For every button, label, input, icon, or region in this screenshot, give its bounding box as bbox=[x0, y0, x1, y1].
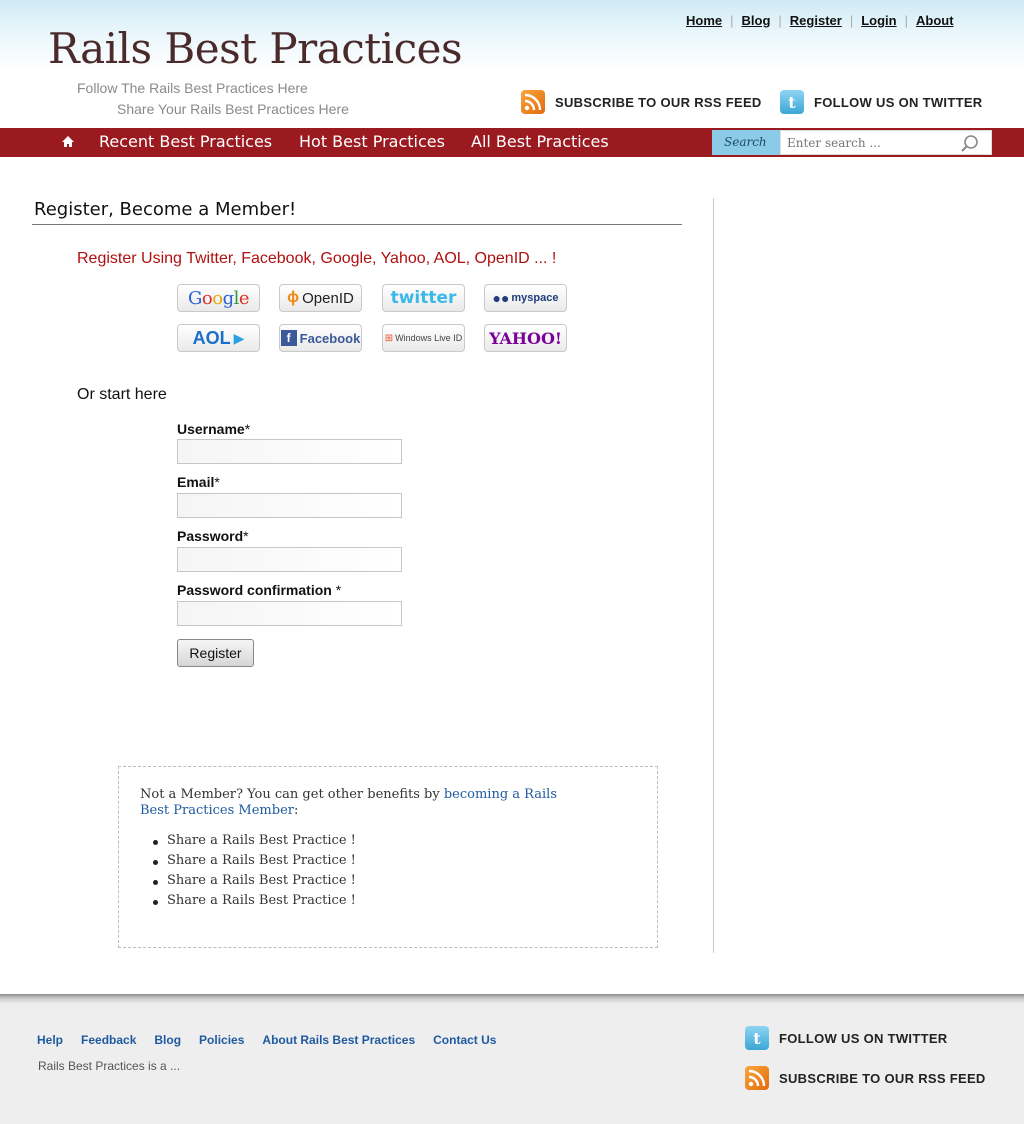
top-nav-home[interactable]: Home bbox=[686, 13, 722, 28]
top-nav-separator: | bbox=[849, 13, 854, 28]
member-benefits-box: Not a Member? You can get other benefits… bbox=[118, 766, 658, 948]
site-title[interactable]: Rails Best Practices bbox=[48, 24, 463, 73]
aol-label: AOL bbox=[192, 327, 231, 348]
required-mark: * bbox=[214, 474, 220, 490]
top-nav-separator: | bbox=[730, 13, 734, 28]
footer-link-feedback[interactable]: Feedback bbox=[81, 1033, 136, 1047]
benefit-item: Share a Rails Best Practice ! bbox=[149, 833, 356, 853]
home-icon[interactable] bbox=[61, 135, 75, 153]
footer-twitter-label: FOLLOW US ON TWITTER bbox=[779, 1030, 948, 1046]
password-confirmation-field[interactable] bbox=[177, 601, 402, 626]
nav-all-best-practices[interactable]: All Best Practices bbox=[471, 132, 609, 151]
password-field[interactable] bbox=[177, 547, 402, 572]
footer-links: Help Feedback Blog Policies About Rails … bbox=[37, 1033, 514, 1047]
password-confirmation-label-text: Password confirmation bbox=[177, 582, 332, 598]
benefit-item: Share a Rails Best Practice ! bbox=[149, 893, 356, 913]
footer-link-blog[interactable]: Blog bbox=[154, 1033, 181, 1047]
rss-icon bbox=[745, 1066, 769, 1090]
password-label-text: Password bbox=[177, 528, 244, 544]
header-rss-label: SUBSCRIBE TO OUR RSS FEED bbox=[555, 94, 762, 110]
required-mark: * bbox=[243, 528, 249, 544]
password-label: Password* bbox=[177, 528, 249, 544]
myspace-label: myspace bbox=[511, 292, 559, 304]
nav-recent-best-practices[interactable]: Recent Best Practices bbox=[99, 132, 272, 151]
email-label-text: Email bbox=[177, 474, 215, 490]
aol-arrow-icon: ▶ bbox=[233, 329, 245, 346]
top-nav-about[interactable]: About bbox=[916, 13, 954, 28]
benefit-item: Share a Rails Best Practice ! bbox=[149, 873, 356, 893]
facebook-icon: f bbox=[280, 330, 297, 346]
top-nav: Home | Blog | Register | Login | About bbox=[686, 13, 954, 28]
google-login-button[interactable]: Google bbox=[177, 284, 260, 312]
page-title: Register, Become a Member! bbox=[34, 199, 297, 220]
benefit-item: Share a Rails Best Practice ! bbox=[149, 853, 356, 873]
windows-icon: ⊞ bbox=[384, 332, 394, 344]
password-confirmation-label: Password confirmation * bbox=[177, 582, 341, 598]
rss-icon bbox=[521, 90, 545, 114]
top-nav-separator: | bbox=[904, 13, 908, 28]
or-start-here: Or start here bbox=[77, 386, 167, 403]
top-nav-login[interactable]: Login bbox=[861, 13, 896, 28]
twitter-icon: t bbox=[745, 1026, 769, 1050]
member-intro: Not a Member? You can get other benefits… bbox=[140, 787, 444, 802]
member-colon: : bbox=[294, 803, 299, 818]
top-nav-blog[interactable]: Blog bbox=[742, 13, 771, 28]
search-label: Search bbox=[712, 130, 790, 155]
footer-link-about[interactable]: About Rails Best Practices bbox=[262, 1033, 415, 1047]
username-label: Username* bbox=[177, 421, 250, 437]
windows-live-login-button[interactable]: ⊞ Windows Live ID bbox=[382, 324, 465, 352]
openid-label: OpenID bbox=[302, 289, 354, 307]
footer-shadow bbox=[0, 994, 1024, 1004]
footer: Help Feedback Blog Policies About Rails … bbox=[0, 1004, 1024, 1124]
footer-rss-label: SUBSCRIBE TO OUR RSS FEED bbox=[779, 1070, 986, 1086]
main-navbar: Recent Best Practices Hot Best Practices… bbox=[0, 128, 1024, 157]
tagline-share: Share Your Rails Best Practices Here bbox=[117, 101, 349, 117]
required-mark: * bbox=[331, 582, 342, 598]
search-icon[interactable] bbox=[960, 134, 980, 154]
email-label: Email* bbox=[177, 474, 220, 490]
footer-twitter-link[interactable]: t FOLLOW US ON TWITTER bbox=[745, 1026, 947, 1050]
top-nav-separator: | bbox=[778, 13, 782, 28]
yahoo-login-button[interactable]: YAHOO! bbox=[484, 324, 567, 352]
register-using-heading: Register Using Twitter, Facebook, Google… bbox=[77, 250, 557, 267]
benefits-list: Share a Rails Best Practice ! Share a Ra… bbox=[149, 833, 356, 913]
required-mark: * bbox=[244, 421, 251, 437]
google-logo: Google bbox=[187, 287, 250, 309]
header-twitter-label: FOLLOW US ON TWITTER bbox=[814, 94, 983, 110]
twitter-login-label: twitter bbox=[390, 288, 457, 308]
facebook-label: Facebook bbox=[299, 330, 361, 346]
twitter-login-button[interactable]: twitter bbox=[382, 284, 465, 312]
footer-link-policies[interactable]: Policies bbox=[199, 1033, 244, 1047]
myspace-login-button[interactable]: ●● myspace bbox=[484, 284, 567, 312]
tagline-follow: Follow The Rails Best Practices Here bbox=[77, 80, 308, 96]
username-label-text: Username bbox=[177, 421, 245, 437]
header-rss-link[interactable]: SUBSCRIBE TO OUR RSS FEED bbox=[521, 90, 762, 114]
openid-login-button[interactable]: ɸ OpenID bbox=[279, 284, 362, 312]
email-field[interactable] bbox=[177, 493, 402, 518]
windows-live-label: Windows Live ID bbox=[395, 333, 463, 343]
openid-icon: ɸ bbox=[287, 289, 300, 306]
sidebar-divider bbox=[713, 198, 714, 953]
username-field[interactable] bbox=[177, 439, 402, 464]
aol-login-button[interactable]: AOL ▶ bbox=[177, 324, 260, 352]
twitter-icon: t bbox=[780, 90, 804, 114]
nav-hot-best-practices[interactable]: Hot Best Practices bbox=[299, 132, 445, 151]
header: Rails Best Practices Follow The Rails Be… bbox=[0, 0, 1024, 128]
footer-link-help[interactable]: Help bbox=[37, 1033, 63, 1047]
facebook-login-button[interactable]: f Facebook bbox=[279, 324, 362, 352]
member-benefits-text: Not a Member? You can get other benefits… bbox=[140, 787, 580, 819]
header-twitter-link[interactable]: t FOLLOW US ON TWITTER bbox=[780, 90, 982, 114]
myspace-icon: ●● bbox=[492, 290, 510, 306]
yahoo-label: YAHOO! bbox=[489, 328, 562, 348]
footer-rss-link[interactable]: SUBSCRIBE TO OUR RSS FEED bbox=[745, 1066, 986, 1090]
top-nav-register[interactable]: Register bbox=[790, 13, 842, 28]
footer-link-contact[interactable]: Contact Us bbox=[433, 1033, 496, 1047]
register-button[interactable]: Register bbox=[177, 639, 254, 667]
heading-divider bbox=[32, 224, 682, 225]
footer-about-text: Rails Best Practices is a ... bbox=[38, 1059, 181, 1073]
